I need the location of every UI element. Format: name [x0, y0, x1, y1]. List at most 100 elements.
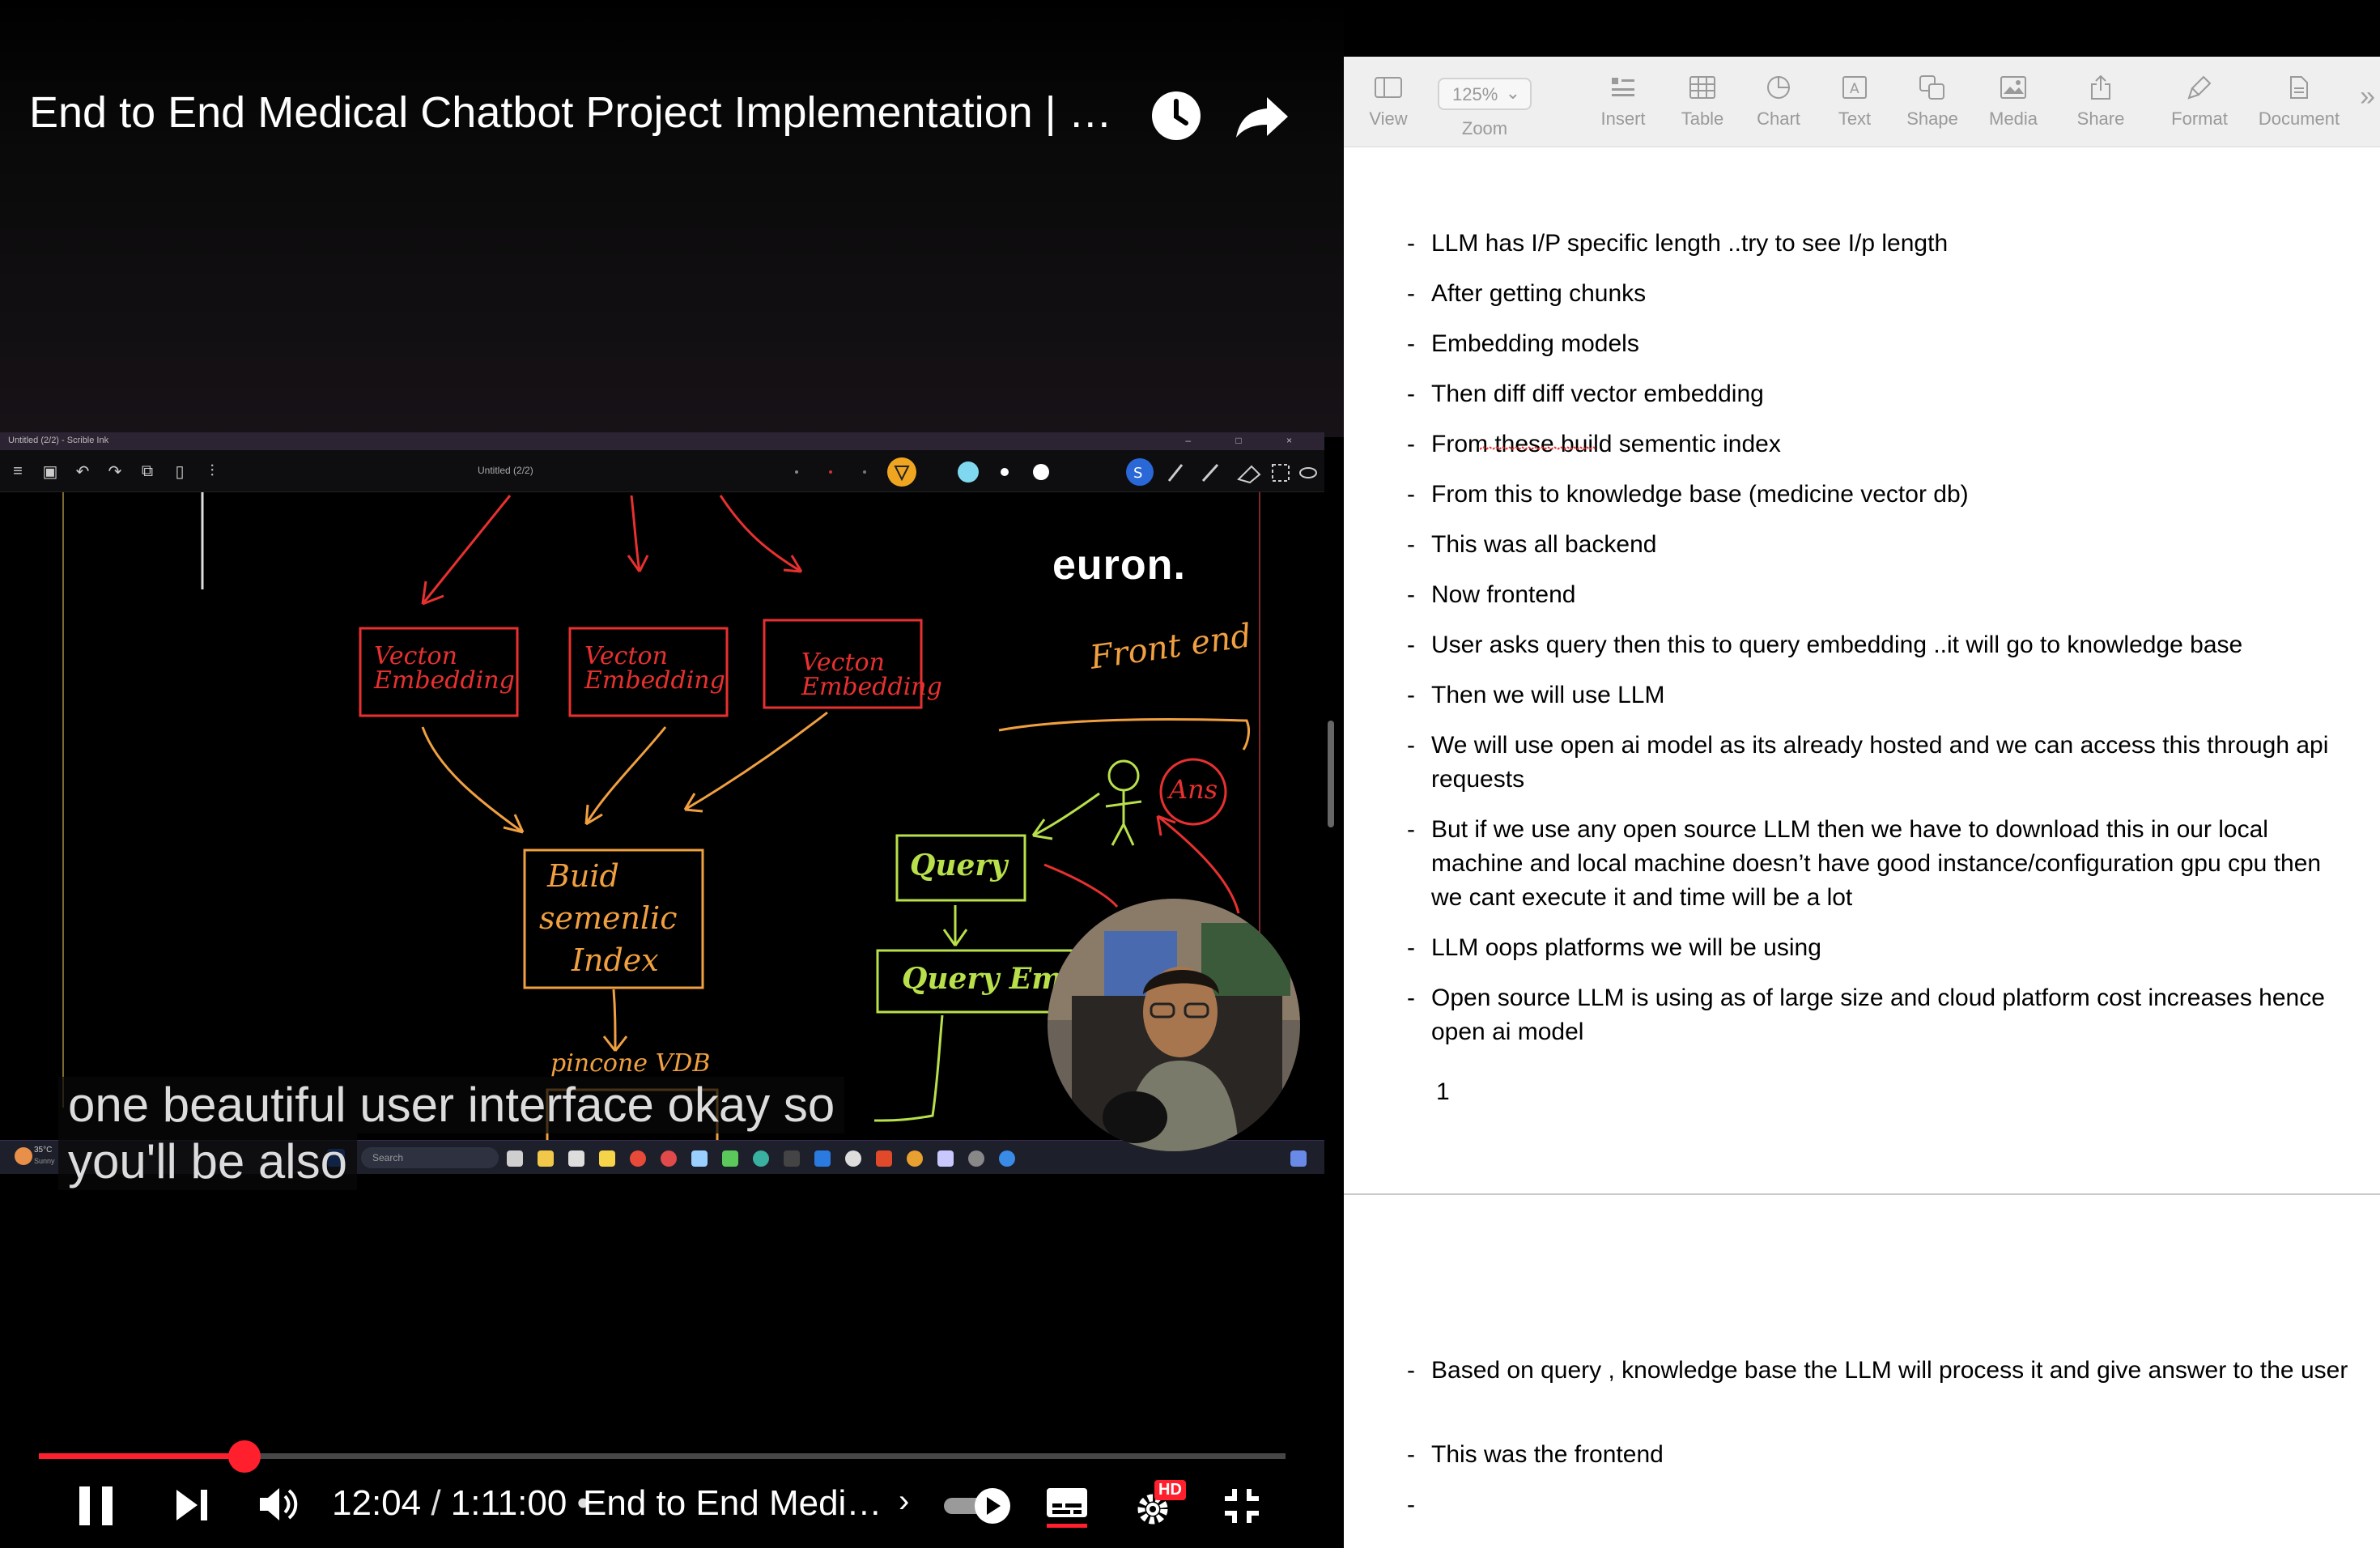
list-item-text: From these build sementic index — [1431, 431, 1781, 457]
tray-icon — [1290, 1150, 1307, 1167]
embedding-box-label-1: Vecton Embedding — [374, 642, 515, 695]
time-total: 1:11:00 — [450, 1483, 567, 1523]
redo-icon: ↷ — [108, 462, 122, 481]
list-item: - We will use open ai model as its alread… — [1407, 729, 2354, 797]
pinecone-label: pincone VDB — [550, 1049, 711, 1078]
list-item-text: Now frontend — [1431, 581, 1576, 608]
list-item: - From this to knowledge base (medicine v… — [1407, 478, 2354, 512]
settings-icon — [968, 1150, 984, 1167]
closed-caption: one beautiful user interface okay so you… — [58, 1077, 868, 1190]
build-label-3: Index — [572, 942, 659, 978]
weather-temp: 35°C — [34, 1146, 53, 1155]
bullet-dash: - — [1407, 934, 1415, 961]
bullet-dash: - — [1407, 1491, 1415, 1518]
shape-button[interactable]: Shape — [1896, 71, 1969, 130]
time-current: 12:04 — [332, 1483, 422, 1523]
format-label: Format — [2171, 108, 2228, 129]
list-item-text: User asks query then this to query embed… — [1431, 632, 2243, 658]
video-progress-bar[interactable] — [39, 1440, 1286, 1473]
chart-button[interactable]: Chart — [1742, 71, 1815, 130]
save-icon: ▣ — [42, 462, 58, 481]
exit-fullscreen-button[interactable] — [1219, 1483, 1264, 1529]
document-body[interactable]: - LLM has I/P specific length ..try to se… — [1344, 147, 2380, 1548]
volume-button[interactable] — [257, 1482, 301, 1527]
subtitles-button[interactable] — [1044, 1483, 1090, 1529]
zoom-select[interactable]: 125% ⌄ — [1438, 78, 1532, 110]
time-separator: / — [421, 1483, 451, 1523]
presenter-webcam — [1048, 899, 1300, 1151]
list-item-text: Based on query , knowledge base the LLM … — [1431, 1357, 2348, 1384]
next-button[interactable] — [172, 1485, 212, 1525]
presenter-avatar — [1048, 899, 1300, 1151]
list-item-text: This was all backend — [1431, 531, 1657, 558]
view-label: View — [1369, 108, 1408, 129]
autoplay-toggle[interactable] — [941, 1485, 1014, 1525]
pages-document-window: View 125% ⌄ Zoom Insert Table Chart A Tex… — [1344, 57, 2380, 1548]
whiteboard-doc-title: Untitled (2/2) — [478, 465, 533, 476]
text-label: Text — [1838, 108, 1872, 129]
list-item-text: Then diff diff vector embedding — [1431, 381, 1764, 407]
text-button[interactable]: A Text — [1818, 71, 1891, 130]
chart-icon — [1767, 76, 1790, 99]
chart-label: Chart — [1757, 108, 1800, 129]
page-break — [1344, 1193, 2380, 1195]
progress-scrubber[interactable] — [228, 1440, 261, 1473]
text-box-icon: A — [1842, 76, 1867, 99]
list-item-text: But if we use any open source LLM then w… — [1431, 816, 2322, 911]
table-button[interactable]: Table — [1666, 71, 1739, 130]
toolbar-overflow-icon[interactable]: » — [2360, 81, 2375, 113]
pause-icon — [79, 1486, 113, 1525]
list-item: - From these build sementic index — [1407, 427, 2354, 461]
list-item-text: We will use open ai model as its already… — [1431, 732, 2329, 793]
bullet-dash: - — [1407, 732, 1415, 759]
pane-divider-handle[interactable] — [1328, 721, 1334, 827]
media-button[interactable]: Media — [1977, 71, 2050, 130]
svg-text:S: S — [1133, 465, 1142, 482]
watch-later-button[interactable] — [1148, 87, 1205, 144]
chapter-chevron-icon[interactable]: › — [899, 1483, 909, 1520]
list-item: - After getting chunks — [1407, 277, 2354, 311]
query-embedding-label: Query Em — [902, 962, 1063, 996]
media-label: Media — [1989, 108, 2038, 129]
list-item: - User asks query then this to query embe… — [1407, 628, 2354, 662]
autoplay-icon — [944, 1488, 1010, 1524]
document-button[interactable]: Document — [2254, 71, 2344, 130]
app-icon-lavender — [937, 1150, 954, 1167]
bullet-dash: - — [1407, 230, 1415, 257]
sidebar-icon — [1375, 77, 1402, 98]
query-label: Query — [910, 848, 1008, 882]
volume-icon — [260, 1488, 298, 1520]
brave-icon — [876, 1150, 892, 1167]
format-button[interactable]: Format — [2163, 71, 2236, 130]
whiteboard-toolbar: ≡ ▣ ↶ ↷ ⧉ ▯ ⫶ Untitled (2/2) S — [0, 450, 1324, 492]
settings-button[interactable]: HD — [1133, 1480, 1190, 1529]
list-item-text: From this to knowledge base (medicine ve… — [1431, 481, 1969, 508]
zoom-value: 125% — [1452, 84, 1498, 104]
settings-sliders-icon: ⫶ — [210, 461, 215, 480]
share-arrow-icon — [1236, 97, 1288, 138]
time-display: 12:04 / 1:11:00 • — [332, 1483, 589, 1524]
chevron-down-icon: ⌄ — [1505, 83, 1520, 103]
skip-next-icon — [176, 1490, 207, 1520]
pages-toolbar: View 125% ⌄ Zoom Insert Table Chart A Tex… — [1344, 57, 2380, 147]
bullet-dash: - — [1407, 816, 1415, 843]
share-button[interactable] — [1230, 87, 1295, 146]
view-button[interactable]: View — [1352, 71, 1425, 130]
video-title[interactable]: End to End Medical Chatbot Project Imple… — [29, 87, 1130, 138]
pause-button[interactable] — [74, 1482, 118, 1530]
share-toolbar-button[interactable]: Share — [2064, 71, 2137, 130]
list-item: - But if we use any open source LLM then … — [1407, 813, 2354, 915]
bullet-dash: - — [1407, 581, 1415, 608]
insert-button[interactable]: Insert — [1587, 71, 1660, 130]
insert-icon — [1612, 78, 1634, 96]
undo-icon: ↶ — [75, 462, 90, 481]
list-item: - This was all backend — [1407, 528, 2354, 562]
pen-palette: S — [795, 457, 1317, 487]
video-player[interactable]: End to End Medical Chatbot Project Imple… — [0, 0, 1344, 1548]
document-label: Document — [2258, 108, 2340, 129]
weather-desc: Sunny — [34, 1157, 55, 1165]
table-label: Table — [1681, 108, 1724, 129]
chapter-title[interactable]: End to End Medical ... — [583, 1483, 899, 1524]
embedding-box-label-2: Vecton Embedding — [584, 642, 725, 695]
bullet-dash: - — [1407, 1357, 1415, 1384]
